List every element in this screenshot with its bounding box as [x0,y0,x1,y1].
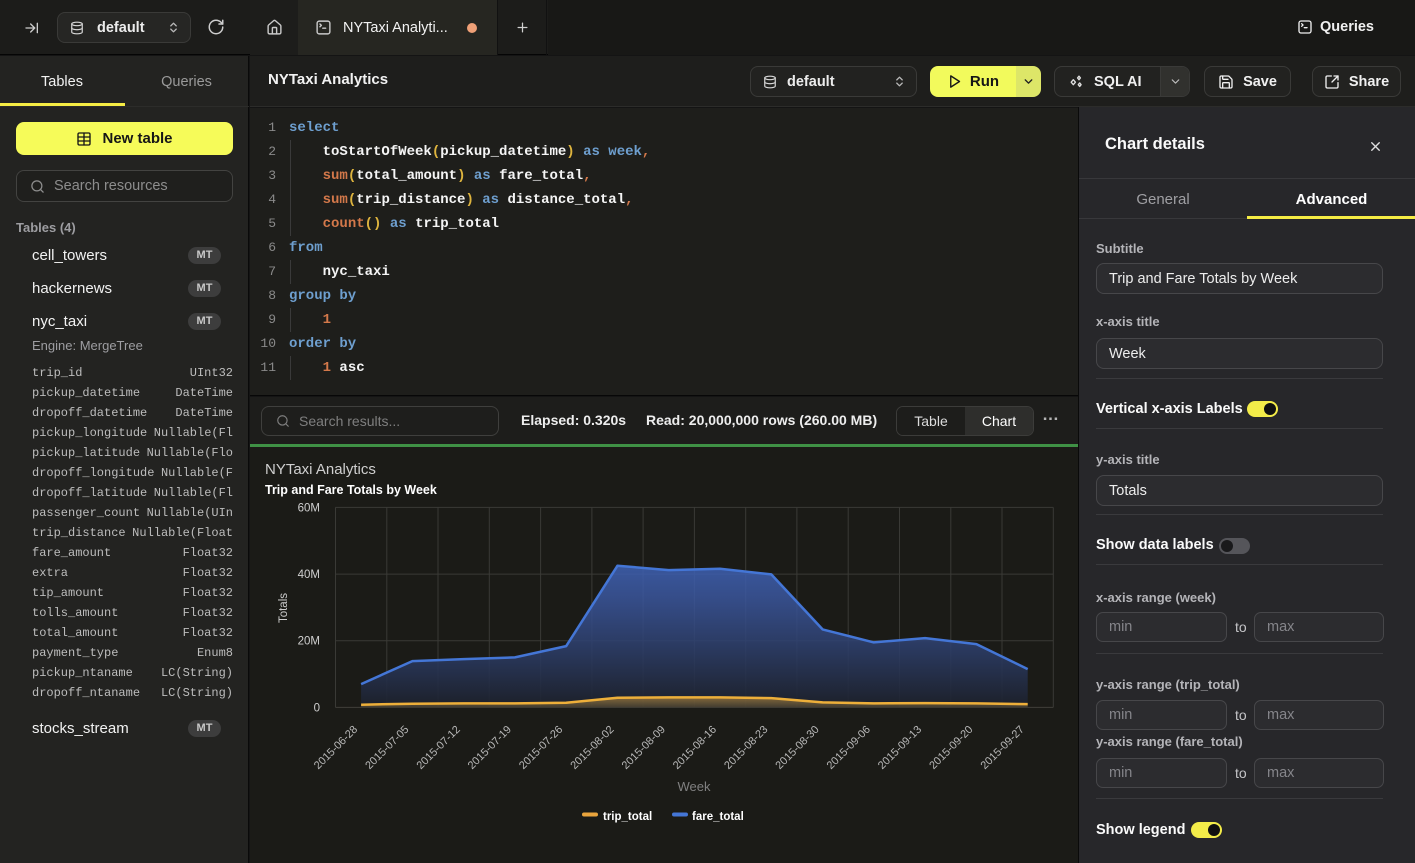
svg-text:2015-09-13: 2015-09-13 [876,724,924,772]
svg-text:2015-07-05: 2015-07-05 [363,724,411,772]
svg-text:2015-09-27: 2015-09-27 [979,724,1027,772]
svg-text:2015-07-19: 2015-07-19 [466,724,514,772]
svg-text:NYTaxi Analytics: NYTaxi Analytics [265,461,376,478]
svg-text:2015-08-09: 2015-08-09 [620,724,668,772]
svg-text:2015-08-02: 2015-08-02 [568,724,616,772]
svg-text:2015-07-26: 2015-07-26 [517,724,565,772]
svg-text:trip_total: trip_total [603,811,652,823]
svg-text:2015-07-12: 2015-07-12 [415,724,463,772]
svg-text:2015-08-30: 2015-08-30 [773,724,821,772]
svg-text:Totals: Totals [278,593,290,623]
svg-text:20M: 20M [298,636,320,648]
svg-text:Week: Week [678,779,711,794]
svg-text:2015-08-16: 2015-08-16 [671,724,719,772]
svg-text:2015-09-20: 2015-09-20 [927,724,975,772]
svg-text:fare_total: fare_total [692,811,744,823]
svg-text:2015-06-28: 2015-06-28 [312,724,360,772]
svg-text:2015-08-23: 2015-08-23 [722,724,770,772]
svg-text:Trip and Fare Totals by Week: Trip and Fare Totals by Week [265,483,437,497]
svg-text:2015-09-06: 2015-09-06 [825,724,873,772]
svg-text:0: 0 [314,702,320,714]
svg-text:60M: 60M [298,502,320,514]
svg-text:40M: 40M [298,569,320,581]
